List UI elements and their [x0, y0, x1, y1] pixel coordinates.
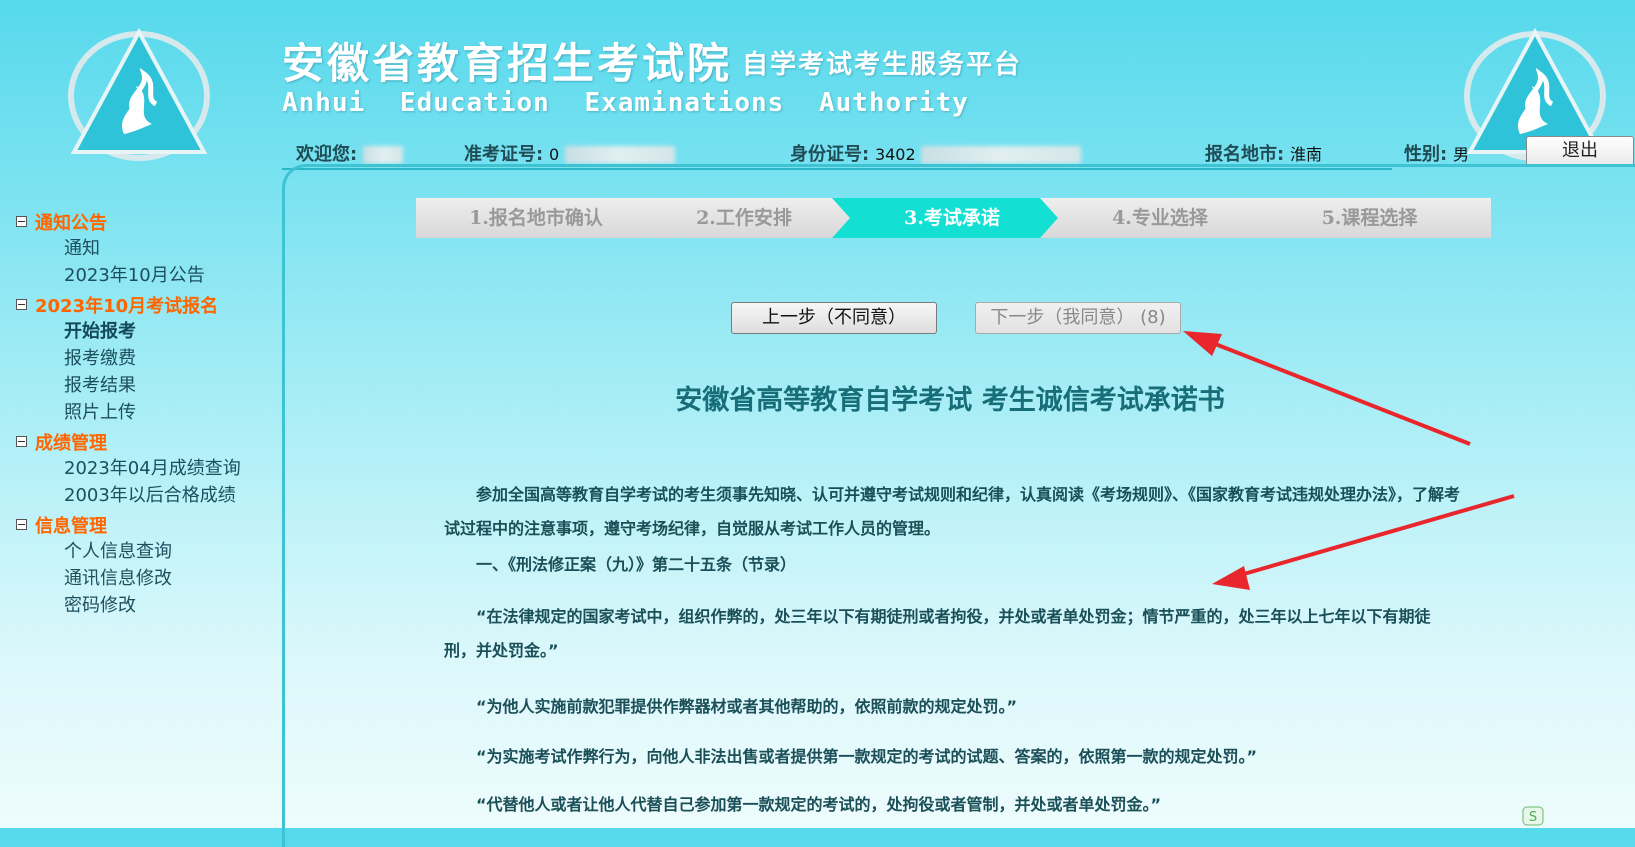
sidebar-heading-info[interactable]: 信息管理	[16, 511, 266, 538]
id-number-info: 身份证号: 3402	[790, 140, 1082, 166]
id-number-value: 3402	[874, 145, 916, 164]
collapse-icon[interactable]	[16, 519, 27, 530]
exam-number-value: 0	[548, 145, 560, 164]
step-3-current: 3.考试承诺	[832, 198, 1072, 238]
city-info: 报名地市: 淮南	[1205, 140, 1322, 166]
pledge-paragraph: “代替他人或者让他人代替自己参加第一款规定的考试的，处拘役或者管制，并处或者单处…	[476, 795, 1162, 814]
logo-icon	[68, 27, 210, 161]
step-progress: 1.报名地市确认 2.工作安排 3.考试承诺 4.专业选择 5.课程选择	[416, 198, 1491, 238]
sidebar-item-photo-upload[interactable]: 照片上传	[16, 399, 266, 426]
pledge-paragraph: “为实施考试作弊行为，向他人非法出售或者提供第一款规定的考试的试题、答案的，依照…	[476, 747, 1258, 766]
sidebar-nav: 通知公告 通知 2023年10月公告 2023年10月考试报名 开始报考 报考缴…	[16, 208, 266, 621]
redacted-exam-number	[564, 146, 675, 164]
gender-info: 性别: 男	[1404, 140, 1469, 166]
collapse-icon[interactable]	[16, 216, 27, 227]
sidebar-heading-label: 2023年10月考试报名	[35, 295, 219, 317]
sidebar-heading-registration[interactable]: 2023年10月考试报名	[16, 291, 266, 318]
sidebar-group-registration: 2023年10月考试报名 开始报考 报考缴费 报考结果 照片上传	[16, 291, 266, 426]
welcome-label: 欢迎您:	[296, 144, 358, 165]
sidebar-heading-scores[interactable]: 成绩管理	[16, 428, 266, 455]
sidebar-heading-label: 通知公告	[35, 212, 107, 234]
sidebar-item-notice[interactable]: 通知	[16, 235, 266, 262]
sidebar-item-personal-info[interactable]: 个人信息查询	[16, 538, 266, 565]
sidebar-item-start-registration[interactable]: 开始报考	[16, 318, 266, 345]
sidebar-item-score-query[interactable]: 2023年04月成绩查询	[16, 455, 266, 482]
step-1: 1.报名地市确认	[416, 198, 656, 238]
city-value: 淮南	[1289, 145, 1322, 164]
sidebar-group-notices: 通知公告 通知 2023年10月公告	[16, 208, 266, 289]
next-step-button[interactable]: 下一步（我同意） (8)	[975, 302, 1181, 334]
collapse-icon[interactable]	[16, 436, 27, 447]
prev-step-button[interactable]: 上一步（不同意）	[731, 302, 937, 334]
pledge-paragraph: “为他人实施前款犯罪提供作弊器材或者其他帮助的，依照前款的规定处罚。”	[476, 697, 1018, 716]
exam-number-info: 准考证号: 0	[464, 140, 675, 166]
header: 安徽省教育招生考试院 自学考试考生服务平台 Anhui Education Ex…	[0, 0, 1635, 190]
site-title-en: Anhui Education Examinations Authority	[282, 88, 969, 118]
city-label: 报名地市:	[1205, 144, 1285, 165]
redacted-id-number	[921, 146, 1082, 164]
id-number-label: 身份证号:	[790, 144, 870, 165]
sidebar-item-payment[interactable]: 报考缴费	[16, 345, 266, 372]
welcome-info: 欢迎您:	[296, 140, 403, 166]
pledge-paragraph: 参加全国高等教育自学考试的考生须事先知晓、认可并遵守考试规则和纪律，认真阅读《考…	[444, 485, 1461, 538]
step-2: 2.工作安排	[624, 198, 864, 238]
sidebar-item-password-change[interactable]: 密码修改	[16, 592, 266, 619]
pledge-section-heading: 一、《刑法修正案（九）》第二十五条（节录）	[476, 555, 797, 574]
step-4: 4.专业选择	[1040, 198, 1280, 238]
sidebar-item-contact-edit[interactable]: 通讯信息修改	[16, 565, 266, 592]
logout-button[interactable]: 退出	[1526, 136, 1634, 166]
widget-icon[interactable]: S	[1522, 806, 1544, 826]
sidebar-item-passed-scores[interactable]: 2003年以后合格成绩	[16, 482, 266, 509]
svg-text:S: S	[1529, 810, 1537, 825]
sidebar-group-scores: 成绩管理 2023年04月成绩查询 2003年以后合格成绩	[16, 428, 266, 509]
sidebar-heading-notices[interactable]: 通知公告	[16, 208, 266, 235]
sidebar-item-oct-announcement[interactable]: 2023年10月公告	[16, 262, 266, 289]
step-5: 5.课程选择	[1248, 198, 1491, 238]
sidebar-heading-label: 成绩管理	[35, 432, 107, 454]
exam-number-label: 准考证号:	[464, 144, 544, 165]
sidebar-heading-label: 信息管理	[35, 515, 107, 537]
gender-label: 性别:	[1404, 144, 1448, 165]
redacted-name	[362, 146, 403, 164]
site-subtitle: 自学考试考生服务平台	[742, 50, 1023, 80]
sidebar-item-registration-result[interactable]: 报考结果	[16, 372, 266, 399]
pledge-title: 安徽省高等教育自学考试 考生诚信考试承诺书	[675, 385, 1225, 416]
site-title: 安徽省教育招生考试院	[282, 39, 733, 88]
collapse-icon[interactable]	[16, 299, 27, 310]
pledge-paragraph: “在法律规定的国家考试中，组织作弊的，处三年以下有期徒刑或者拘役，并处或者单处罚…	[444, 607, 1431, 660]
sidebar-group-info: 信息管理 个人信息查询 通讯信息修改 密码修改	[16, 511, 266, 619]
gender-value: 男	[1452, 145, 1469, 164]
